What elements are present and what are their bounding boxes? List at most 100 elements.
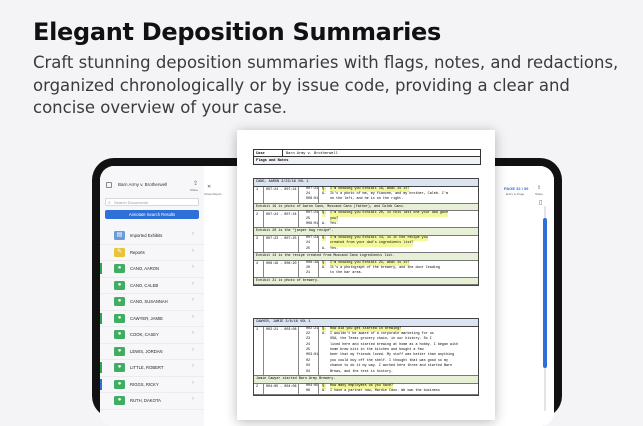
person-icon: ● [114,264,125,273]
transcript-text: Brews, and the rest is history. [330,369,394,374]
search-input[interactable]: ⌕ Search Documents [105,198,199,206]
close-icon[interactable]: ✕ [207,184,211,190]
summary-section: CANO, AARON 2/23/16 VOL 1 1 007:24 - 007:2… [253,178,479,287]
deposition-summary-page: Case Barn Army v. Brotherwell Flags and … [237,130,495,420]
case-row: Case Barn Army v. Brotherwell [254,150,480,157]
sidebar: Barn Army v. Brotherwell ⇪ Share ⌕ Searc… [100,166,205,426]
sidebar-item-label: RIGGS, RICKY [130,381,159,387]
witness-header: CANO, AARON 2/23/16 VOL 1 [254,179,478,187]
speaker-marker: A. [322,221,327,226]
transcript-line: 04 Brews, and the rest is history. [254,370,478,375]
person-icon: ● [114,313,125,323]
sidebar-item[interactable]: ● CAWYER, JAMIE › [100,311,204,327]
flags-label: Flags and Notes [256,158,289,163]
sidebar-item-label: COOK, CASEY [130,332,159,337]
sidebar-item-label: LEWIS, JORDAN [130,348,163,354]
chevron-right-icon: › [192,379,194,386]
sidebar-item[interactable]: ● LEWIS, JORDAN › [100,344,204,360]
chevron-right-icon: › [192,396,194,402]
sidebar-item[interactable]: ● RIGGS, RICKY › [100,377,204,393]
summary-entry[interactable]: 3 007:23 - 007:25 007:23 Q. I'm showing you … [254,235,478,254]
selection-bar [100,296,102,307]
selection-bar [100,230,102,241]
summary-entry[interactable]: 2 004:05 - 004:06 004:05 Q. How many employe… [254,383,478,396]
transcript-line: 21 to the bar area. [254,271,478,276]
chevron-right-icon: › [192,330,194,336]
chevron-right-icon: › [192,280,194,287]
scrollbar-thumb[interactable] [543,218,547,368]
speaker-marker: A. [322,388,327,393]
share-icon[interactable]: ⇪ [537,185,541,191]
sidebar-item[interactable]: ● CANO, AARON › [100,261,204,278]
sidebar-share-label[interactable]: Share [190,188,198,192]
selection-bar [100,378,102,390]
entry-note: Exhibit 14 is the recipe created from Mu… [254,253,478,261]
sidebar-toggle-icon[interactable] [106,182,112,188]
summary-entry[interactable]: 1 007:24 - 007:24 007:23 Q. I'm showing you … [254,186,478,204]
chevron-right-icon: › [192,363,194,369]
person-icon: ● [114,379,125,389]
person-icon: ● [114,297,125,306]
sidebar-item-label: Imported Exhibits [130,233,163,238]
case-divider [282,150,283,157]
search-placeholder: Search Documents [114,200,149,205]
case-info-table: Case Barn Army v. Brotherwell Flags and … [253,149,481,165]
selection-bar [100,263,102,274]
transcript-text: on the left, and he is on the right. [330,197,404,202]
person-icon: ● [114,346,125,356]
sidebar-item[interactable]: ● LITTLE, ROBERT › [100,360,204,377]
case-title: Barn Army v. Brotherwell [118,182,168,187]
flags-row: Flags and Notes [254,157,480,164]
sidebar-header: Barn Army v. Brotherwell ⇪ Share [100,180,204,194]
line-number: 25 [306,246,311,251]
sidebar-item[interactable]: ● CANO, SUSANNAH › [100,294,204,311]
document-list: ▤ Imported Exhibits › ✎ Reports › ● CANO, AARON… [100,228,204,410]
canvas-share-label[interactable]: Share [535,192,543,196]
folder-icon: ✎ [114,247,125,257]
summary-entry[interactable]: 2 007:24 - 007:24 007:24 Q. I'm showing you … [254,211,478,229]
selection-bar [100,346,102,357]
entry-note: Exhibit 21 is photo of brewery. [254,277,478,286]
person-icon: ● [114,363,125,372]
share-icon[interactable]: ⇪ [193,180,198,187]
sidebar-item[interactable]: ▤ Imported Exhibits › [100,228,204,245]
transcript-text: to the bar area. [330,271,363,276]
chevron-right-icon: › [192,313,194,320]
sidebar-item[interactable]: ● RUTH, DAKOTA › [100,393,204,410]
sidebar-item[interactable]: ● CANO, CALEB › [100,278,204,294]
search-icon: ⌕ [108,200,111,206]
sidebar-item[interactable]: ● COOK, CASEY › [100,327,204,344]
selection-bar [100,312,102,324]
selection-bar [100,280,102,291]
transcript-text: Yes. [330,221,339,226]
page-indicator: PAGE 32 / 39 [504,186,529,191]
sidebar-item-label: CANO, AARON [130,266,160,271]
line-number: 21 [306,271,311,276]
transcript-line: 008:01 on the left, and he is on the righ… [254,197,478,202]
summary-entry[interactable]: 1 002:21 - 003:08 002:21 Q. How did you get … [254,326,478,377]
chevron-right-icon: › [192,264,194,270]
entry-note: Exhibit 20 is the "jasper bag recipe". [254,228,478,236]
line-number: 008:01 [306,221,319,226]
summary-entry[interactable]: 4 008:19 - 008:20 008:19 Q. I'm showing you … [254,260,478,278]
transcript-line: 008:01 A. Yes. [254,222,478,227]
entry-to-page-button[interactable]: Entry to Page [506,192,524,196]
chevron-right-icon: › [192,231,194,237]
line-number: 008:01 [306,197,319,202]
summary-section: CAWYER, JAMIE 3/8/16 VOL 1 1 002:21 - 003:… [253,318,479,397]
sidebar-item-label: Reports [130,249,145,255]
chevron-right-icon: › [192,297,194,303]
annotate-search-results-button[interactable]: Annotate Search Results [105,210,199,219]
bookmark-icon[interactable]: ▯ [539,199,542,206]
selection-bar [100,247,102,258]
sidebar-item-label: CANO, SUSANNAH [130,299,168,304]
sidebar-item-label: RUTH, DAKOTA [130,398,161,403]
transcript-text: I have a partner now, Mardie Cano. We ow… [330,388,440,393]
transcript-line: 06 A. I have a partner now, Mardie Cano. W… [254,389,478,394]
close-report-button[interactable]: Close Report [204,192,222,196]
sidebar-item-label: CANO, CALEB [130,282,159,288]
person-icon: ● [114,280,125,290]
sidebar-item[interactable]: ✎ Reports › [100,245,204,261]
sidebar-item-label: CAWYER, JAMIE [130,315,163,321]
speaker-marker: A. [322,246,327,251]
